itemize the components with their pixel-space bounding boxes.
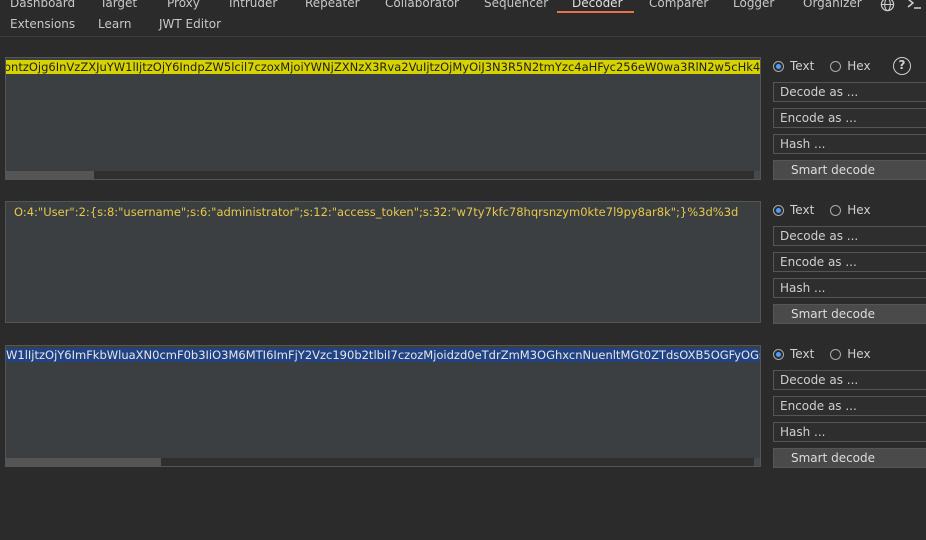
- text-radio-label: Text: [790, 203, 815, 217]
- text-radio[interactable]: [773, 204, 784, 216]
- panel-3-text[interactable]: W1lIjtzOjY6ImFkbWluaXN0cmF0b3IiO3M6MTI6I…: [6, 348, 760, 363]
- decode-as-dropdown[interactable]: Decode as ...: [773, 226, 926, 246]
- panel-1-text[interactable]: ontzOjg6InVzZXJuYW1lIjtzOjY6IndpZW5lcil7…: [6, 60, 760, 75]
- active-tab-indicator: [557, 11, 634, 13]
- tab-dashboard[interactable]: Dashboard: [10, 0, 75, 10]
- hex-radio[interactable]: [830, 348, 842, 360]
- encode-as-dropdown[interactable]: Encode as ...: [773, 396, 926, 416]
- scrollbar-end: [754, 458, 760, 466]
- scrollbar-thumb[interactable]: [6, 458, 161, 466]
- tab-repeater[interactable]: Repeater: [305, 0, 360, 10]
- globe-icon[interactable]: [880, 0, 895, 16]
- hash-dropdown[interactable]: Hash ...: [773, 134, 926, 154]
- smart-decode-button[interactable]: Smart decode: [773, 160, 926, 180]
- tab-sequencer[interactable]: Sequencer: [484, 0, 548, 10]
- tab-intruder[interactable]: Intruder: [229, 0, 277, 10]
- decoder-panel-2[interactable]: O:4:"User":2:{s:8:"username";s:6:"admini…: [5, 201, 761, 323]
- tab-bar: Dashboard Target Proxy Intruder Repeater…: [0, 0, 926, 37]
- text-radio-label: Text: [790, 347, 815, 361]
- hex-radio-label: Hex: [847, 59, 871, 73]
- hash-dropdown[interactable]: Hash ...: [773, 422, 926, 442]
- encode-as-dropdown[interactable]: Encode as ...: [773, 108, 926, 128]
- text-radio[interactable]: [773, 348, 784, 360]
- hex-radio[interactable]: [830, 60, 842, 72]
- tab-extensions[interactable]: Extensions: [10, 17, 75, 31]
- text-radio-label: Text: [790, 59, 815, 73]
- tab-learn[interactable]: Learn: [98, 17, 132, 31]
- decode-as-dropdown[interactable]: Decode as ...: [773, 370, 926, 390]
- tab-collaborator[interactable]: Collaborator: [385, 0, 459, 10]
- tab-jwt-editor[interactable]: JWT Editor: [159, 17, 221, 31]
- smart-decode-label: Smart decode: [790, 451, 876, 465]
- decoder-panel-3[interactable]: W1lIjtzOjY6ImFkbWluaXN0cmF0b3IiO3M6MTI6I…: [5, 345, 761, 467]
- tab-decoder[interactable]: Decoder: [572, 0, 623, 10]
- smart-decode-button[interactable]: Smart decode: [773, 448, 926, 468]
- terminal-icon[interactable]: [906, 0, 922, 15]
- tab-proxy[interactable]: Proxy: [167, 0, 200, 10]
- decoder-panel-1[interactable]: ontzOjg6InVzZXJuYW1lIjtzOjY6IndpZW5lcil7…: [5, 57, 761, 180]
- hash-dropdown[interactable]: Hash ...: [773, 278, 926, 298]
- hex-radio[interactable]: [830, 204, 842, 216]
- panel-3-scrollbar[interactable]: [6, 458, 760, 466]
- help-icon[interactable]: ?: [893, 57, 911, 75]
- tab-target[interactable]: Target: [100, 0, 137, 10]
- text-radio[interactable]: [773, 60, 784, 72]
- decode-as-dropdown[interactable]: Decode as ...: [773, 82, 926, 102]
- smart-decode-button[interactable]: Smart decode: [773, 304, 926, 324]
- smart-decode-label: Smart decode: [790, 307, 876, 321]
- hex-radio-label: Hex: [847, 347, 871, 361]
- hex-radio-label: Hex: [847, 203, 871, 217]
- scrollbar-thumb[interactable]: [6, 171, 94, 179]
- tab-logger[interactable]: Logger: [733, 0, 774, 10]
- panel-2-text[interactable]: O:4:"User":2:{s:8:"username";s:6:"admini…: [12, 205, 740, 220]
- tab-comparer[interactable]: Comparer: [649, 0, 708, 10]
- tab-organizer[interactable]: Organizer: [803, 0, 862, 10]
- smart-decode-label: Smart decode: [790, 163, 876, 177]
- panel-1-scrollbar[interactable]: [6, 171, 760, 179]
- scrollbar-end: [754, 171, 760, 179]
- encode-as-dropdown[interactable]: Encode as ...: [773, 252, 926, 272]
